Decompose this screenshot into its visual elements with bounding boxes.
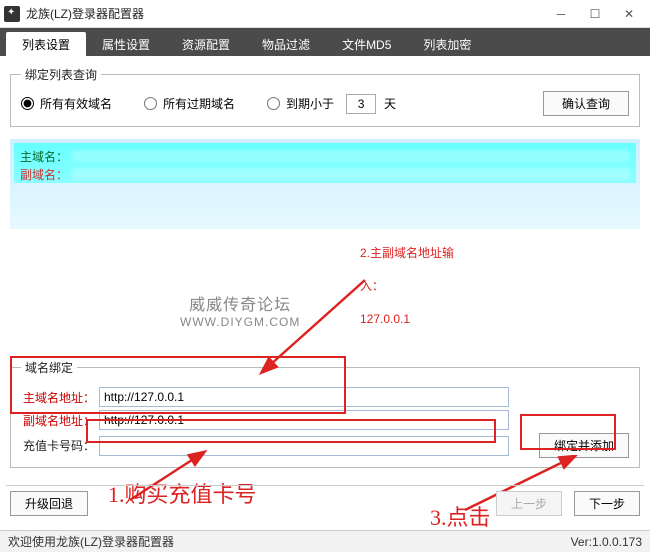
main-area: 绑定列表查询 所有有效域名 所有过期域名 到期小于 天 确认查询 主域名： 副域… <box>0 56 650 516</box>
query-group: 绑定列表查询 所有有效域名 所有过期域名 到期小于 天 确认查询 <box>10 66 640 127</box>
confirm-query-button[interactable]: 确认查询 <box>543 91 629 116</box>
bind-legend: 域名绑定 <box>21 359 77 376</box>
main-domain-result-label: 主域名： <box>20 148 68 165</box>
radio-all-expired-input[interactable] <box>144 97 157 110</box>
main-domain-label: 主域名地址： <box>21 389 95 406</box>
prev-step-button: 上一步 <box>496 491 562 516</box>
tab-list-settings[interactable]: 列表设置 <box>6 32 86 56</box>
main-domain-result-value <box>72 150 630 162</box>
main-domain-input[interactable] <box>99 387 509 407</box>
minimize-button[interactable]: ─ <box>544 3 578 25</box>
title-bar: 龙族(LZ)登录器配置器 ─ ☐ ✕ <box>0 0 650 28</box>
maximize-button[interactable]: ☐ <box>578 3 612 25</box>
sub-domain-result-value <box>72 168 630 180</box>
close-button[interactable]: ✕ <box>612 3 646 25</box>
tab-file-md5[interactable]: 文件MD5 <box>326 32 407 56</box>
tab-list-encrypt[interactable]: 列表加密 <box>407 32 487 56</box>
query-legend: 绑定列表查询 <box>21 66 101 83</box>
sub-domain-input[interactable] <box>99 410 509 430</box>
status-version: 1.0.0.173 <box>592 535 642 549</box>
card-number-input[interactable] <box>99 436 509 456</box>
bind-group: 域名绑定 主域名地址： 副域名地址： 充值卡号码： 绑定并添加 <box>10 359 640 468</box>
rollback-button[interactable]: 升级回退 <box>10 491 88 516</box>
app-icon <box>4 6 20 22</box>
watermark: 威威传奇论坛 WWW.DIYGM.COM <box>180 291 300 329</box>
card-number-label: 充值卡号码： <box>21 437 95 454</box>
bind-add-button[interactable]: 绑定并添加 <box>539 433 629 458</box>
days-suffix: 天 <box>384 95 396 112</box>
bottom-bar: 升级回退 上一步 下一步 <box>0 483 650 524</box>
tab-item-filter[interactable]: 物品过滤 <box>246 32 326 56</box>
status-version-label: Ver: <box>571 535 592 549</box>
status-welcome: 欢迎使用龙族(LZ)登录器配置器 <box>8 533 174 550</box>
radio-expiring-input[interactable] <box>267 97 280 110</box>
radio-all-valid[interactable]: 所有有效域名 <box>21 95 112 112</box>
tab-attr-settings[interactable]: 属性设置 <box>86 32 166 56</box>
next-step-button[interactable]: 下一步 <box>574 491 640 516</box>
radio-expiring[interactable]: 到期小于 <box>267 95 334 112</box>
days-input[interactable] <box>346 94 376 114</box>
sub-domain-result-label: 副域名： <box>20 166 68 183</box>
window-title: 龙族(LZ)登录器配置器 <box>26 5 544 22</box>
tab-bar: 列表设置 属性设置 资源配置 物品过滤 文件MD5 列表加密 <box>0 28 650 56</box>
result-panel: 主域名： 副域名： <box>10 139 640 229</box>
tab-resource-config[interactable]: 资源配置 <box>166 32 246 56</box>
radio-all-expired[interactable]: 所有过期域名 <box>144 95 235 112</box>
status-bar: 欢迎使用龙族(LZ)登录器配置器 Ver: 1.0.0.173 <box>0 530 650 552</box>
radio-all-valid-input[interactable] <box>21 97 34 110</box>
sub-domain-label: 副域名地址： <box>21 412 95 429</box>
